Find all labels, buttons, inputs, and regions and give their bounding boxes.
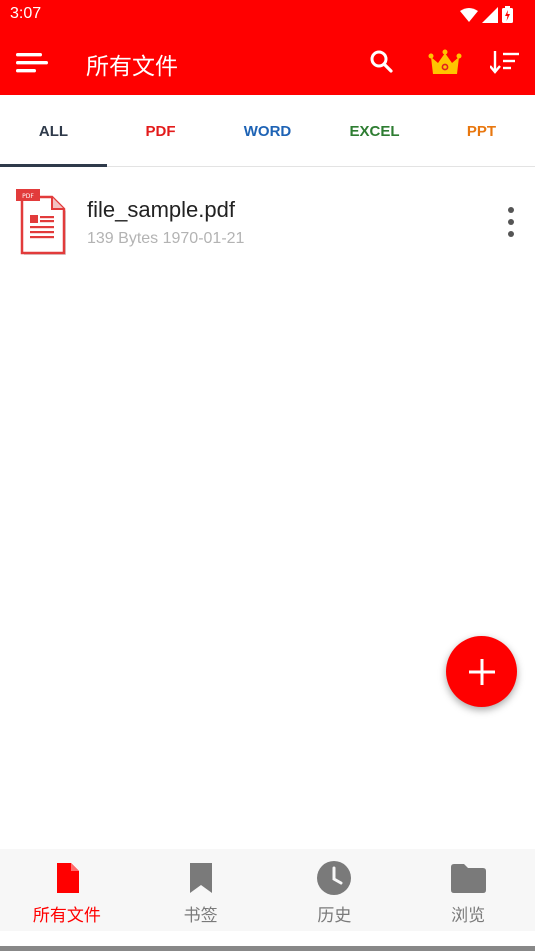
svg-text:PDF: PDF — [22, 193, 34, 200]
folder-icon — [451, 864, 487, 893]
tab-ppt[interactable]: PPT — [428, 95, 535, 167]
bottom-nav: 所有文件 书签 历史 浏览 — [0, 849, 535, 931]
status-time: 3:07 — [10, 5, 42, 22]
file-icon — [56, 863, 79, 893]
tab-pdf[interactable]: PDF — [107, 95, 214, 167]
cellular-signal-icon — [482, 6, 498, 23]
crown-icon[interactable] — [428, 48, 462, 78]
file-list-item[interactable]: PDF file_sample.pdf 139 Bytes 1970-01-21 — [0, 183, 535, 261]
nav-browse[interactable]: 浏览 — [401, 849, 535, 931]
nav-history[interactable]: 历史 — [268, 849, 402, 931]
nav-bookmarks[interactable]: 书签 — [134, 849, 268, 931]
tab-excel[interactable]: EXCEL — [321, 95, 428, 167]
file-name: file_sample.pdf — [87, 197, 235, 222]
add-file-button[interactable] — [446, 636, 517, 707]
search-icon[interactable] — [368, 48, 396, 76]
more-options-icon[interactable] — [498, 205, 524, 241]
battery-charging-icon — [502, 6, 513, 23]
tab-all[interactable]: ALL — [0, 95, 107, 167]
file-meta: 139 Bytes 1970-01-21 — [87, 230, 245, 247]
status-bar: 3:07 — [0, 0, 535, 30]
nav-label: 浏览 — [451, 906, 486, 926]
nav-label: 历史 — [317, 906, 352, 926]
status-icons — [460, 6, 513, 23]
file-type-tabs: ALL PDF WORD EXCEL PPT — [0, 95, 535, 167]
plus-icon — [468, 658, 495, 685]
page-title: 所有文件 — [86, 54, 178, 80]
pdf-file-icon: PDF — [16, 189, 66, 255]
sort-icon[interactable] — [490, 48, 520, 76]
bookmark-icon — [189, 863, 212, 893]
nav-label: 所有文件 — [32, 906, 101, 926]
nav-label: 书签 — [183, 906, 218, 926]
clock-icon — [317, 861, 352, 895]
app-bar: 所有文件 — [0, 30, 535, 95]
system-home-bar — [0, 946, 535, 951]
wifi-icon — [460, 7, 478, 22]
tab-word[interactable]: WORD — [214, 95, 321, 167]
nav-all-files[interactable]: 所有文件 — [0, 849, 134, 931]
menu-icon[interactable] — [16, 48, 50, 78]
